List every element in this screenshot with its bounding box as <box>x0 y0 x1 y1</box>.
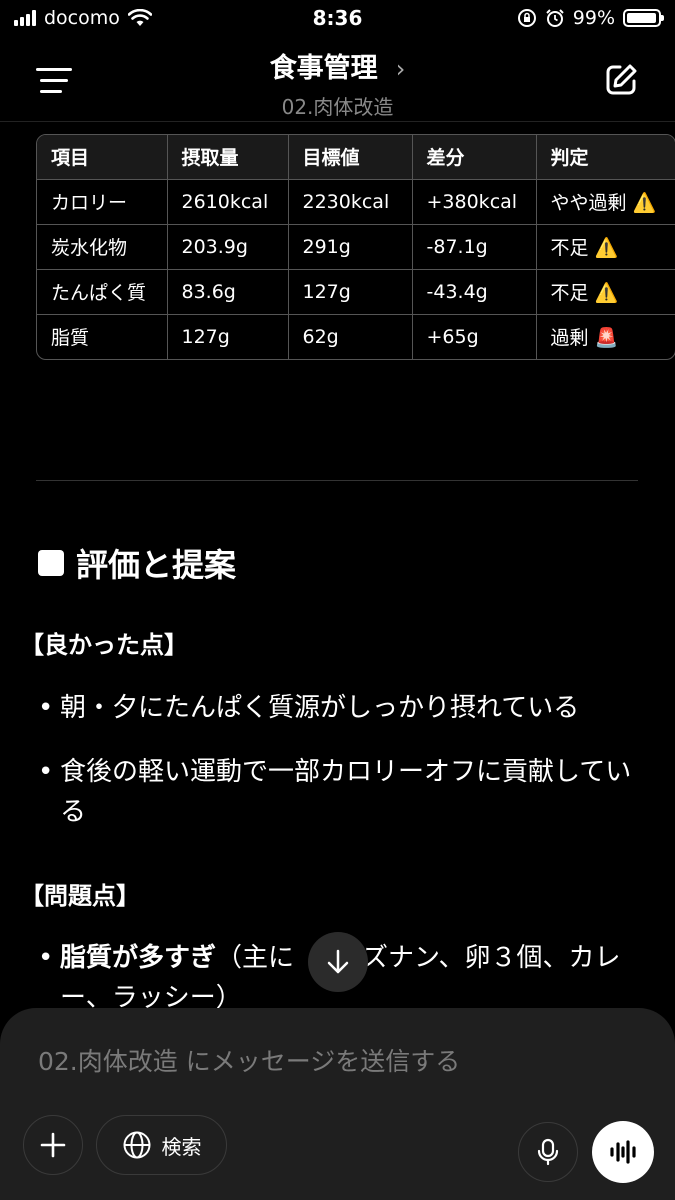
table-cell: 83.6g <box>167 269 289 315</box>
square-bullet-icon <box>38 550 64 576</box>
table-cell: -87.1g <box>412 224 537 270</box>
table-cell: 62g <box>288 314 413 359</box>
table-cell: 炭水化物 <box>37 224 168 270</box>
table-cell: たんぱく質 <box>37 269 168 315</box>
message-composer: 02.肉体改造 にメッセージを送信する 検索 <box>0 1008 675 1200</box>
section-divider <box>36 480 638 481</box>
globe-icon <box>123 1131 150 1159</box>
alarm-icon <box>546 9 564 27</box>
column-header: 摂取量 <box>167 135 289 180</box>
list-item: • 朝・夕にたんぱく質源がしっかり摂れている <box>38 688 638 728</box>
table-row: 脂質 127g 62g +65g 過剰 🚨 <box>37 314 675 359</box>
message-input[interactable]: 02.肉体改造 にメッセージを送信する <box>38 1042 460 1078</box>
nutrition-table: 項目 摂取量 目標値 差分 判定 カロリー 2610kcal 2230kcal … <box>36 134 675 360</box>
table-cell: +65g <box>412 314 537 359</box>
table-cell: 脂質 <box>37 314 168 359</box>
table-cell: 過剰 🚨 <box>550 327 619 350</box>
table-header-row: 項目 摂取量 目標値 差分 判定 <box>37 135 675 180</box>
chevron-right-icon: › <box>395 55 406 83</box>
table-cell: -43.4g <box>412 269 537 315</box>
table-row: カロリー 2610kcal 2230kcal +380kcal やや過剰 ⚠️ <box>37 179 675 225</box>
table-cell: 127g <box>167 314 289 359</box>
good-points-heading: 【良かった点】 <box>20 631 188 659</box>
table-cell: 127g <box>288 269 413 315</box>
battery-percent: 99% <box>572 7 615 29</box>
scroll-down-button[interactable] <box>308 932 368 992</box>
list-item-text: 朝・夕にたんぱく質源がしっかり摂れている <box>60 693 580 723</box>
column-header: 差分 <box>412 135 537 180</box>
table-cell: 不足 ⚠️ <box>536 269 675 315</box>
search-label: 検索 <box>161 1134 202 1159</box>
column-header: 目標値 <box>288 135 413 180</box>
section-heading: 評価と提案 <box>38 540 236 586</box>
table-cell: 291g <box>288 224 413 270</box>
section-heading-text: 評価と提案 <box>76 546 237 584</box>
dictation-button[interactable] <box>518 1122 578 1182</box>
orientation-lock-icon <box>517 9 536 27</box>
table-row: 炭水化物 203.9g 291g -87.1g 不足 ⚠️ <box>37 224 675 270</box>
table-cell: 203.9g <box>167 224 289 270</box>
voice-mode-button[interactable] <box>592 1121 654 1183</box>
chat-title[interactable]: 食事管理 › <box>0 46 675 85</box>
chat-header: 食事管理 › 02.肉体改造 <box>0 38 675 122</box>
page-title: 食事管理 <box>269 53 378 84</box>
column-header: 項目 <box>37 135 168 180</box>
column-header: 判定 <box>536 135 675 180</box>
web-search-button[interactable]: 検索 <box>96 1115 227 1175</box>
list-item-rest: （主に <box>216 943 295 973</box>
list-item: • 食後の軽い運動で一部カロリーオフに貢献している <box>38 752 638 832</box>
list-item-bold: 脂質が多すぎ <box>60 943 217 973</box>
table-cell: 2230kcal <box>288 179 413 225</box>
table-cell: やや過剰 ⚠️ <box>536 179 675 225</box>
arrow-down-icon <box>327 949 349 974</box>
status-bar: docomo 8:36 99% <box>0 0 675 38</box>
new-chat-edit-icon[interactable] <box>603 62 639 98</box>
project-subtitle: 02.肉体改造 <box>281 95 394 119</box>
list-item-text: 食後の軽い運動で一部カロリーオフに貢献している <box>60 757 632 827</box>
waveform-icon <box>610 1140 636 1164</box>
table-cell: +380kcal <box>412 179 537 225</box>
microphone-icon <box>537 1138 559 1166</box>
table-cell: 不足 ⚠️ <box>536 224 675 270</box>
table-cell: カロリー <box>37 179 168 225</box>
battery-icon <box>623 9 664 27</box>
table-cell: 2610kcal <box>167 179 289 225</box>
plus-icon <box>40 1132 66 1158</box>
add-attachment-button[interactable] <box>23 1115 83 1175</box>
table-row: たんぱく質 83.6g 127g -43.4g 不足 ⚠️ <box>37 269 675 315</box>
problem-points-heading: 【問題点】 <box>20 882 140 910</box>
